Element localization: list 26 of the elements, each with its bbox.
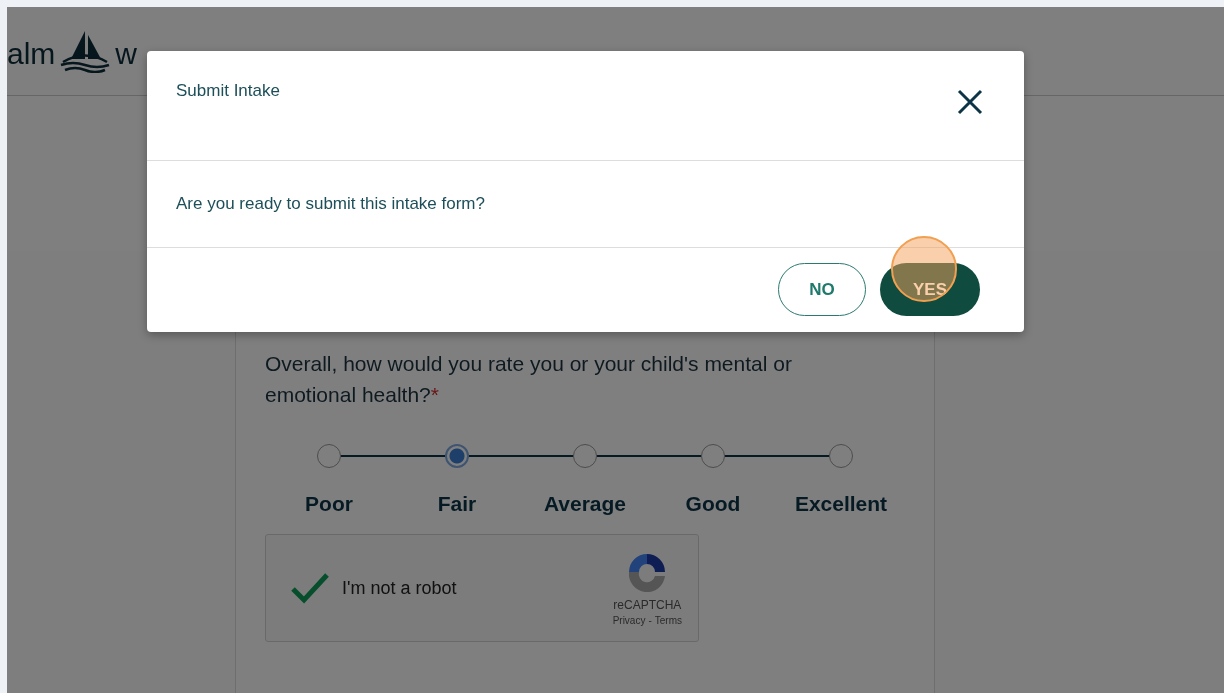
yes-button[interactable]: YES xyxy=(880,263,980,316)
rating-radio[interactable] xyxy=(701,444,725,468)
rating-radio[interactable] xyxy=(829,444,853,468)
no-button[interactable]: NO xyxy=(778,263,866,316)
required-asterisk: * xyxy=(430,383,439,406)
captcha-label: I'm not a robot xyxy=(342,577,457,599)
logo-text: alm xyxy=(7,39,56,72)
rating-label: Good xyxy=(685,492,741,516)
checkmark-icon xyxy=(290,572,330,604)
question-text: Overall, how would you rate you or your child's mental or emotional health?* xyxy=(265,351,793,408)
rating-label: Fair xyxy=(437,492,477,516)
logo-text: w xyxy=(115,39,137,72)
dialog-message: Are you ready to submit this intake form? xyxy=(176,194,485,214)
rating-label: Poor xyxy=(305,492,353,516)
privacy-link[interactable]: Privacy xyxy=(612,615,646,626)
rating-label: Average xyxy=(543,492,627,516)
close-button[interactable] xyxy=(956,88,984,116)
dialog-title: Submit Intake xyxy=(176,81,280,101)
rating-radio[interactable] xyxy=(445,444,469,468)
terms-link[interactable]: Terms xyxy=(654,615,682,626)
rating-label: Excellent xyxy=(794,492,888,516)
close-icon xyxy=(956,88,984,116)
recaptcha-brand-text: reCAPTCHA xyxy=(613,598,682,612)
rating-radio[interactable] xyxy=(573,444,597,468)
rating-radio[interactable] xyxy=(317,444,341,468)
link-separator: - xyxy=(648,615,652,626)
